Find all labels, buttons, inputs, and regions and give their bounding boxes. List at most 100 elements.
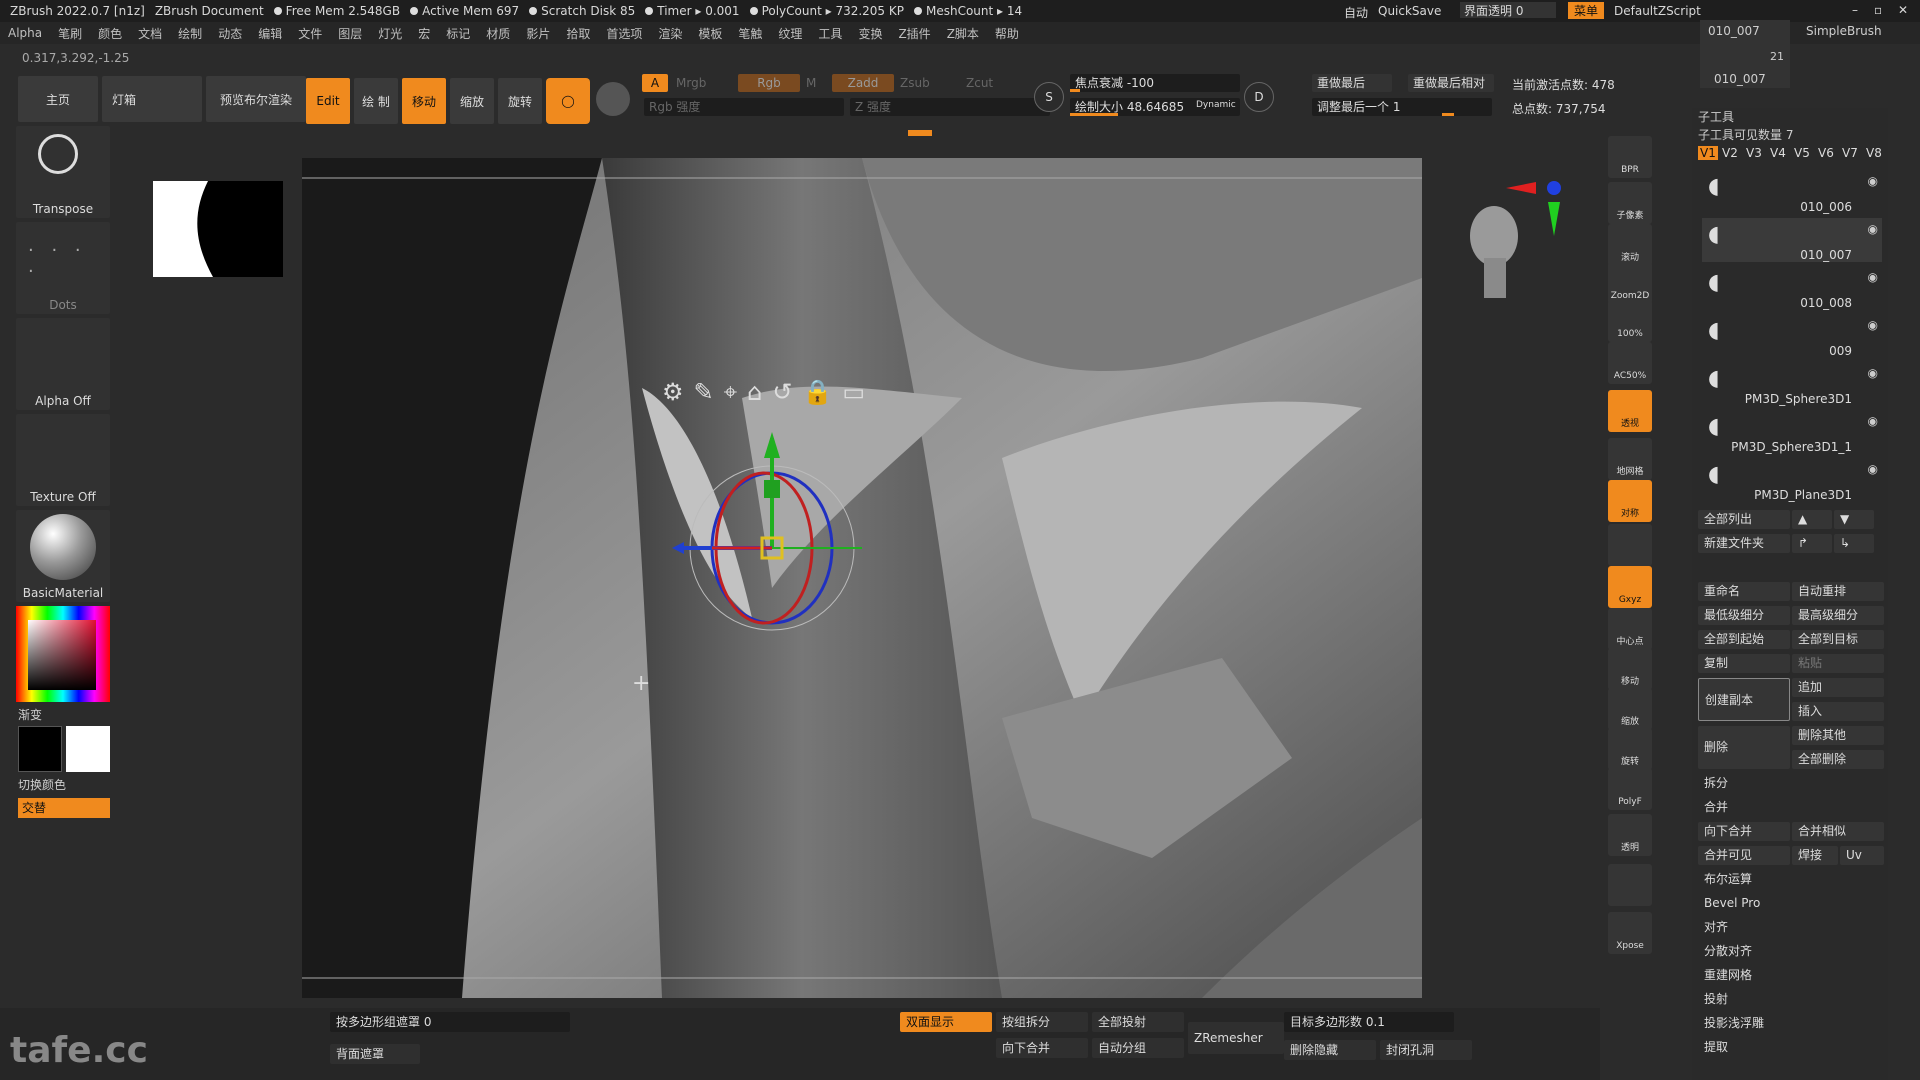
double-sided-button[interactable]: 双面显示 [900,1012,992,1032]
subtool-item[interactable]: ◖ PM3D_Sphere3D1 ◉ [1702,362,1882,406]
m-button[interactable]: M [806,76,816,90]
replay-last-button[interactable]: 重做最后 [1312,74,1392,92]
move-button[interactable]: 移动 [402,78,446,124]
alternate-button[interactable]: 交替 [18,798,110,818]
zcut-button[interactable]: Zcut [966,76,993,90]
stroke-d-icon[interactable]: D [1244,82,1274,112]
view-tool-button[interactable]: 透视 [1608,390,1652,432]
menu-item[interactable]: Z脚本 [947,25,979,42]
merge-down-bottom-button[interactable]: 向下合并 [996,1038,1088,1058]
ui-transparency-slider[interactable]: 界面透明 0 [1460,2,1556,18]
z-intensity-slider[interactable]: Z 强度 [850,98,1050,116]
boolean-section[interactable]: 布尔运算 [1698,870,1884,889]
menu-item[interactable]: Alpha [8,26,42,40]
highest-res-button[interactable]: 最高级细分 [1792,606,1884,625]
folder-up-icon[interactable]: ↱ [1792,534,1832,553]
texture-button[interactable]: Texture Off [16,414,110,506]
backface-mask-button[interactable]: 背面遮罩 [330,1044,420,1064]
minimize-icon[interactable]: – [1852,3,1858,17]
view-tool-button[interactable]: Zoom2D [1608,262,1652,304]
rename-button[interactable]: 重命名 [1698,582,1790,601]
view-tool-button[interactable]: 透明 [1608,814,1652,856]
menu-item[interactable]: 动态 [218,25,242,42]
insert-button[interactable]: 插入 [1792,702,1884,721]
all-to-start-button[interactable]: 全部到起始 [1698,630,1790,649]
visibility-eye-icon[interactable]: ◉ [1868,174,1878,188]
menu-item[interactable]: 首选项 [606,25,642,42]
project-all-button[interactable]: 全部投射 [1092,1012,1184,1032]
rgb-intensity-slider[interactable]: Rgb 强度 [644,98,844,116]
subtool-item[interactable]: ◖ 009 ◉ [1702,314,1882,358]
view-tool-button[interactable]: 100% [1608,300,1652,342]
zsub-button[interactable]: Zsub [900,76,930,90]
menu-item[interactable]: 笔触 [738,25,762,42]
dynamic-toggle[interactable]: Dynamic [1196,100,1236,110]
menu-item[interactable]: 材质 [486,25,510,42]
alpha-button[interactable]: Alpha Off [16,318,110,410]
visibility-eye-icon[interactable]: ◉ [1868,414,1878,428]
visibility-eye-icon[interactable]: ◉ [1868,270,1878,284]
visibility-eye-icon[interactable]: ◉ [1868,366,1878,380]
adjust-last-slider[interactable]: 调整最后一个 1 [1312,98,1492,116]
target-polycount-slider[interactable]: 目标多边形数 0.1 [1284,1012,1454,1032]
menu-item[interactable]: 绘制 [178,25,202,42]
delete-hidden-button[interactable]: 删除隐藏 [1284,1040,1376,1060]
subtool-header[interactable]: 子工具 [1698,108,1734,125]
menu-item[interactable]: 文档 [138,25,162,42]
view-tool-button[interactable]: 滚动 [1608,224,1652,266]
visibility-eye-icon[interactable]: ◉ [1868,462,1878,476]
view-tool-button[interactable]: BPR [1608,136,1652,178]
rotate-button[interactable]: 旋转 [498,78,542,124]
delete-button[interactable]: 删除 [1698,726,1790,769]
view-tool-button[interactable]: AC50% [1608,342,1652,384]
menu-button[interactable]: 菜单 [1568,2,1605,19]
menu-item[interactable]: 变换 [858,25,882,42]
material-button[interactable]: BasicMaterial [16,510,110,602]
switch-color-button[interactable]: 切换颜色 [18,776,66,793]
preview-boolean-button[interactable]: 预览布尔渲染 [206,76,306,122]
material-sphere-icon[interactable] [596,82,630,116]
list-all-button[interactable]: 全部列出 [1698,510,1790,529]
brush-thumbnail-010-007[interactable]: 010_007 010_007 21 [1700,20,1790,88]
maximize-icon[interactable]: ▫ [1874,3,1882,17]
lightbox-button[interactable]: 灯箱 [102,76,202,122]
copy-button[interactable]: 复制 [1698,654,1790,673]
version-tab[interactable]: V4 [1770,146,1786,160]
menu-item[interactable]: 文件 [298,25,322,42]
menu-item[interactable]: 帮助 [995,25,1019,42]
menu-item[interactable]: 影片 [526,25,550,42]
view-tool-button[interactable] [1608,524,1652,566]
menu-item[interactable]: 宏 [418,25,430,42]
align-section[interactable]: 对齐 [1698,918,1884,937]
delete-all-button[interactable]: 全部删除 [1792,750,1884,769]
zadd-button[interactable]: Zadd [832,74,894,92]
subtool-item[interactable]: ◖ PM3D_Sphere3D1_1 ◉ [1702,410,1882,454]
menu-item[interactable]: 编辑 [258,25,282,42]
focal-shift-slider[interactable]: 焦点衰减 -100 [1070,74,1240,92]
subtool-item[interactable]: ◖ PM3D_Plane3D1 ◉ [1702,458,1882,502]
polygroup-mask-slider[interactable]: 按多边形组遮罩 0 [330,1012,570,1032]
auto-groups-button[interactable]: 自动分组 [1092,1038,1184,1058]
version-tab[interactable]: V8 [1866,146,1882,160]
split-section[interactable]: 拆分 [1698,774,1884,793]
a-button[interactable]: A [642,74,668,92]
menu-item[interactable]: 笔刷 [58,25,82,42]
menu-item[interactable]: Z插件 [898,25,930,42]
gizmo-toggle-icon[interactable]: ◯ [546,78,590,124]
view-tool-button[interactable]: 旋转 [1608,728,1652,770]
menu-item[interactable]: 模板 [698,25,722,42]
auto-reorder-button[interactable]: 自动重排 [1792,582,1884,601]
subtool-item[interactable]: ◖ 010_007 ◉ [1702,218,1882,262]
canvas-viewport[interactable]: ⚙✎⌖⌂↺🔒▭ + [302,158,1422,998]
menu-item[interactable]: 颜色 [98,25,122,42]
version-tab[interactable]: V3 [1746,146,1762,160]
menu-item[interactable]: 工具 [818,25,842,42]
home-button[interactable]: 主页 [18,76,98,122]
append-button[interactable]: 追加 [1792,678,1884,697]
all-to-target-button[interactable]: 全部到目标 [1792,630,1884,649]
menu-item[interactable]: 拾取 [566,25,590,42]
version-tab[interactable]: V7 [1842,146,1858,160]
view-tool-button[interactable]: Gxyz [1608,566,1652,608]
delete-other-button[interactable]: 删除其他 [1792,726,1884,745]
merge-visible-button[interactable]: 合并可见 [1698,846,1790,865]
